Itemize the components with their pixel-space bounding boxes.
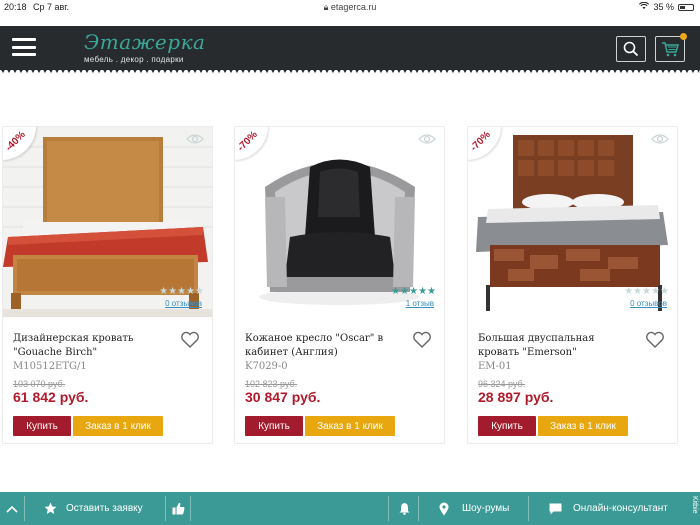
buy-button[interactable]: Купить (478, 416, 536, 436)
burger-line (12, 53, 36, 56)
cart-icon (662, 42, 679, 57)
wifi-icon (639, 1, 650, 12)
divider (165, 496, 166, 521)
eye-icon[interactable] (186, 133, 204, 145)
rating-stars: ★★★★★ (391, 286, 436, 297)
price: 61 842 руб. (13, 389, 89, 405)
leave-request-label: Оставить заявку (66, 503, 143, 514)
buy-button[interactable]: Купить (245, 416, 303, 436)
bottom-action-bar: Оставить заявку Шоу-румы Онлайн-консульт… (0, 492, 700, 525)
site-logo[interactable]: Этажерка мебель . декор . подарки (84, 30, 205, 64)
showrooms-button[interactable]: Шоу-румы (439, 492, 509, 525)
product-card[interactable]: -40% ★★★★★ 0 отзывов Дизайнерская кроват… (2, 126, 213, 444)
divider (418, 496, 419, 521)
thumbs-up-icon (172, 502, 185, 515)
showrooms-label: Шоу-румы (462, 503, 510, 514)
rating-stars: ★★★★★ (159, 286, 204, 297)
menu-button[interactable] (12, 38, 36, 56)
status-bar: 20:18 Ср 7 авг. 🔒︎ etagerca.ru 35 % (0, 0, 700, 14)
product-sku: EM-01 (478, 361, 512, 372)
reviews-link[interactable]: 1 отзыв (406, 299, 434, 308)
bell-icon (399, 503, 410, 515)
search-icon (623, 41, 639, 57)
quick-order-button[interactable]: Заказ в 1 клик (538, 416, 628, 436)
url-text: etagerca.ru (330, 2, 377, 12)
heart-icon[interactable] (645, 331, 665, 349)
quick-order-button[interactable]: Заказ в 1 клик (305, 416, 395, 436)
chat-icon (549, 503, 562, 514)
product-sku: K7029-0 (245, 361, 288, 372)
product-name[interactable]: Кожаное кресло "Oscar" в кабинет (Англия… (245, 332, 405, 374)
product-image[interactable]: -70% ★★★★★ 0 отзывов (468, 127, 677, 317)
kitbie-brand: Kitbie (691, 496, 698, 514)
location-pin-icon (439, 502, 449, 515)
cart-button[interactable] (655, 33, 687, 62)
like-button[interactable] (172, 492, 185, 525)
product-name[interactable]: Большая двуспальная кровать "Emerson" EM-… (478, 332, 638, 374)
lock-icon: 🔒︎ (323, 2, 329, 12)
chevron-up-icon (6, 505, 18, 513)
search-button[interactable] (616, 36, 646, 62)
rating-stars: ★★★★★ (624, 286, 669, 297)
divider (528, 496, 529, 521)
address-bar[interactable]: 🔒︎ etagerca.ru (0, 2, 700, 13)
online-consultant-button[interactable]: Онлайн-консультант (549, 492, 668, 525)
status-right: 35 % (639, 1, 694, 12)
reviews-link[interactable]: 0 отзывов (630, 299, 667, 308)
buy-button[interactable]: Купить (13, 416, 71, 436)
leave-request-button[interactable]: Оставить заявку (44, 492, 143, 525)
burger-line (12, 45, 36, 49)
old-price: 96 324 руб. (478, 379, 526, 389)
header-zigzag-edge (0, 68, 700, 73)
logo-subtitle: мебель . декор . подарки (84, 55, 184, 64)
divider (24, 496, 25, 521)
price: 28 897 руб. (478, 389, 554, 405)
product-card[interactable]: -70% ★★★★★ 0 отзывов Большая двуспальная… (467, 126, 678, 444)
heart-icon[interactable] (180, 331, 200, 349)
quick-order-button[interactable]: Заказ в 1 клик (73, 416, 163, 436)
online-consultant-label: Онлайн-консультант (573, 503, 668, 514)
product-card[interactable]: -70% ★★★★★ 1 отзыв Кожаное кресло "Oscar… (234, 126, 445, 444)
battery-percent: 35 % (653, 2, 674, 12)
product-image[interactable]: -70% ★★★★★ 1 отзыв (235, 127, 444, 317)
heart-icon[interactable] (412, 331, 432, 349)
old-price: 103 070 руб. (13, 379, 66, 389)
price: 30 847 руб. (245, 389, 321, 405)
cart-badge (680, 33, 687, 40)
product-image[interactable]: -40% ★★★★★ 0 отзывов (3, 127, 212, 317)
old-price: 102 823 руб. (245, 379, 298, 389)
product-sku: M10512ETG/1 (13, 361, 87, 372)
eye-icon[interactable] (651, 133, 669, 145)
reviews-link[interactable]: 0 отзывов (165, 299, 202, 308)
divider (190, 496, 191, 521)
notifications-button[interactable] (399, 492, 410, 525)
eye-icon[interactable] (418, 133, 436, 145)
product-name[interactable]: Дизайнерская кровать "Gouache Birch" M105… (13, 332, 173, 374)
divider (388, 496, 389, 521)
burger-line (12, 38, 36, 41)
collapse-button[interactable] (6, 492, 18, 525)
star-icon (44, 502, 57, 514)
battery-icon (678, 3, 694, 11)
logo-title: Этажерка (84, 30, 206, 54)
